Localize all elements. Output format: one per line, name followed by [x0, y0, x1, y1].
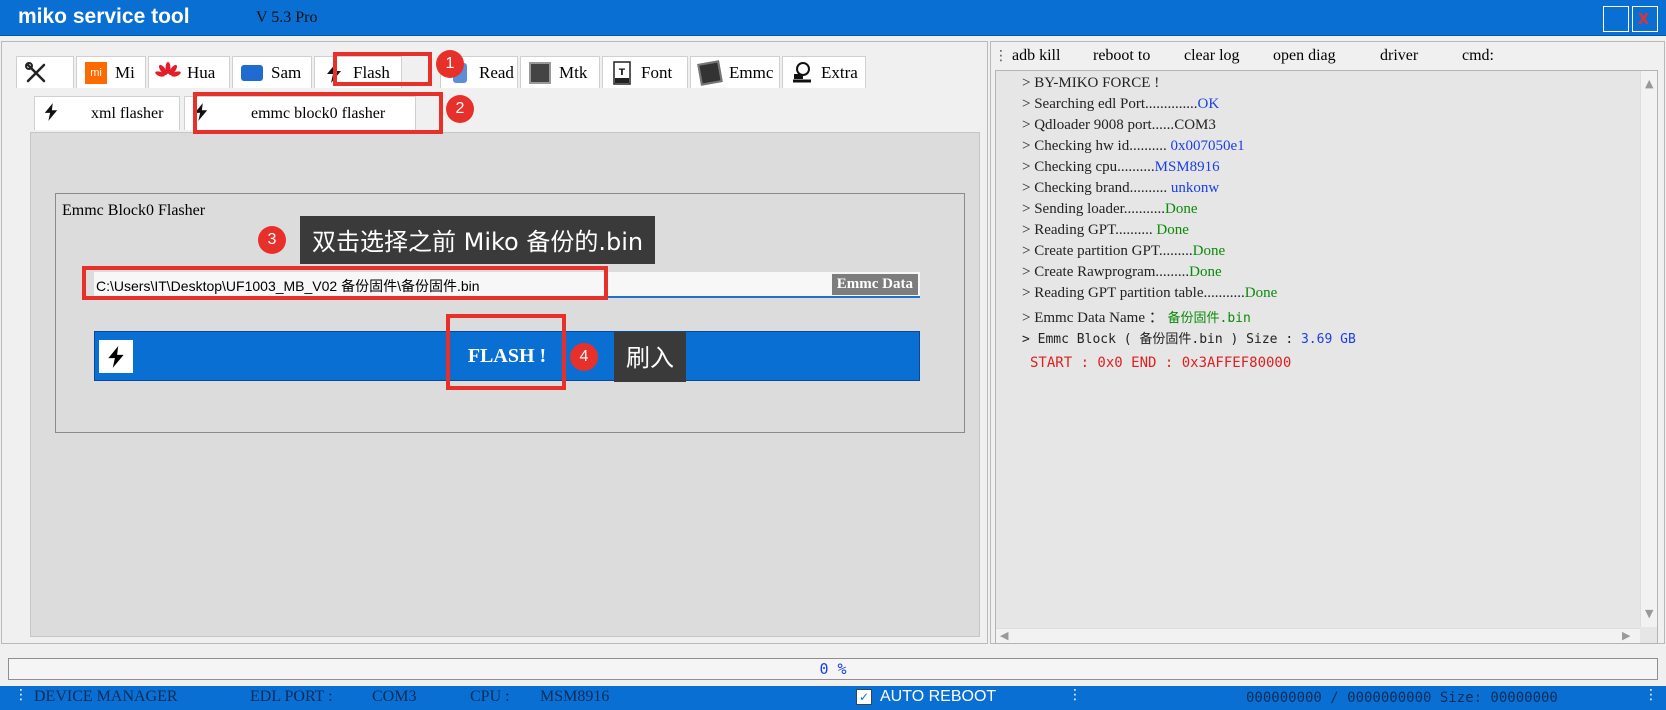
auto-reboot-checkbox[interactable]: ✓: [856, 689, 872, 705]
annotation-callout-4: 刷入: [614, 332, 686, 382]
reboot-to-button[interactable]: reboot to: [1093, 47, 1150, 65]
annotation-badge-1: 1: [436, 50, 464, 78]
adb-kill-button[interactable]: adb kill: [1012, 47, 1060, 65]
progress-bar: 0 %: [8, 658, 1658, 680]
title-bar: miko service tool V 5.3 Pro x: [0, 0, 1666, 36]
open-diag-button[interactable]: open diag: [1273, 47, 1336, 65]
log-line: > Checking hw id.......... 0x007050e1: [1022, 138, 1245, 154]
tab-label: Sam: [271, 62, 302, 82]
emmc-icon: [697, 59, 723, 86]
grip-icon: ⋮: [994, 48, 1008, 64]
subtab-label: xml flasher: [91, 104, 164, 122]
emmc-data-label: Emmc Data: [831, 274, 918, 295]
size-info: 000000000 / 0000000000 Size: 00000000: [1246, 690, 1558, 706]
tab-label: Font: [641, 62, 673, 82]
tab-label: Mtk: [559, 62, 588, 82]
driver-button[interactable]: driver: [1380, 47, 1418, 65]
tools-icon: [23, 61, 49, 84]
app-version: V 5.3 Pro: [256, 9, 318, 26]
xiaomi-logo-icon: mi: [83, 61, 109, 84]
annotation-box-block0-tab: [193, 92, 443, 134]
annotation-box-path: [82, 266, 608, 300]
tab-mi[interactable]: mi Mi: [76, 56, 146, 88]
chip-icon: [527, 61, 553, 84]
app-title: miko service tool: [18, 5, 190, 28]
log-line: > Checking brand.......... unkonw: [1022, 180, 1220, 196]
grip-icon: ⋮: [14, 687, 28, 703]
annotation-badge-4: 4: [570, 343, 598, 371]
close-button[interactable]: x: [1632, 6, 1658, 32]
log-line: > BY-MIKO FORCE !: [1022, 75, 1160, 91]
grip-icon: ⋮: [1644, 687, 1658, 703]
subtab-xml-flasher[interactable]: xml flasher: [34, 96, 180, 130]
tab-label: Extra: [821, 62, 858, 82]
close-icon: x: [1638, 7, 1650, 29]
log-line: > Searching edl Port..............OK: [1022, 96, 1220, 112]
scroll-down-icon[interactable]: ▼: [1645, 607, 1653, 620]
annotation-badge-2: 2: [446, 95, 474, 123]
tab-tools[interactable]: [16, 56, 74, 88]
tab-hua[interactable]: Hua: [148, 56, 230, 88]
huawei-logo-icon: [155, 61, 181, 84]
edl-port-value: COM3: [372, 688, 417, 705]
tab-extra[interactable]: Extra: [782, 56, 866, 88]
tab-mtk[interactable]: Mtk: [520, 56, 600, 88]
group-title: Emmc Block0 Flasher: [62, 202, 206, 219]
clear-log-button[interactable]: clear log: [1184, 47, 1240, 65]
tab-label: Emmc: [729, 62, 774, 82]
grip-icon: ⋮: [1068, 687, 1082, 703]
cpu-value: MSM8916: [540, 688, 610, 705]
tab-label: Hua: [187, 62, 216, 82]
tab-sam[interactable]: Sam: [232, 56, 312, 88]
log-line: > Emmc Block ( 备份固件.bin ) Size : 3.69 GB: [1022, 332, 1356, 347]
scroll-up-icon[interactable]: ▲: [1645, 77, 1653, 90]
edl-port-label: EDL PORT :: [250, 688, 333, 705]
samsung-logo-icon: [239, 62, 265, 84]
log-line-error: START : 0x0 END : 0x3AFFEF80000: [1030, 355, 1292, 371]
log-line: > Reading GPT.......... Done: [1022, 222, 1189, 238]
device-manager-button[interactable]: DEVICE MANAGER: [34, 688, 178, 706]
log-scrollbar-horizontal[interactable]: ◀ ▶: [996, 628, 1640, 643]
tab-emmc[interactable]: Emmc: [690, 56, 780, 88]
annotation-box-flash-tab: [333, 52, 432, 86]
svg-text:T: T: [619, 68, 626, 78]
auto-reboot-label: AUTO REBOOT: [880, 688, 997, 705]
annotation-box-flash-button: [446, 314, 566, 390]
scroll-left-icon[interactable]: ◀: [1000, 629, 1008, 642]
log-line: > Emmc Data Name ： 备份固件.bin: [1022, 310, 1251, 326]
tab-font[interactable]: T Font: [602, 56, 688, 88]
log-line: > Create partition GPT.........Done: [1022, 243, 1226, 259]
tab-label: Mi: [115, 62, 135, 82]
font-file-icon: T: [609, 60, 635, 85]
lightning-icon: [43, 102, 65, 126]
minimize-button[interactable]: [1603, 6, 1629, 32]
log-line: > Reading GPT partition table...........…: [1022, 285, 1278, 301]
annotation-badge-3: 3: [258, 226, 286, 254]
annotation-callout-3: 双击选择之前 Miko 备份的.bin: [300, 216, 656, 264]
log-line: > Create Rawprogram.........Done: [1022, 264, 1222, 280]
status-bar: ⋮ DEVICE MANAGER EDL PORT : COM3 CPU : M…: [0, 686, 1666, 710]
tab-label: Read: [479, 62, 514, 82]
scroll-right-icon[interactable]: ▶: [1622, 629, 1630, 642]
log-scrollbar-vertical[interactable]: ▲ ▼: [1640, 71, 1657, 627]
log-line: > Checking cpu..........MSM8916: [1022, 159, 1220, 175]
log-line: > Qdloader 9008 port......COM3: [1022, 117, 1216, 133]
cpu-label: CPU :: [470, 688, 510, 705]
extra-icon: [789, 61, 815, 84]
progress-text: 0 %: [819, 660, 847, 678]
cmd-button[interactable]: cmd:: [1462, 47, 1494, 65]
log-line: > Sending loader...........Done: [1022, 201, 1198, 217]
